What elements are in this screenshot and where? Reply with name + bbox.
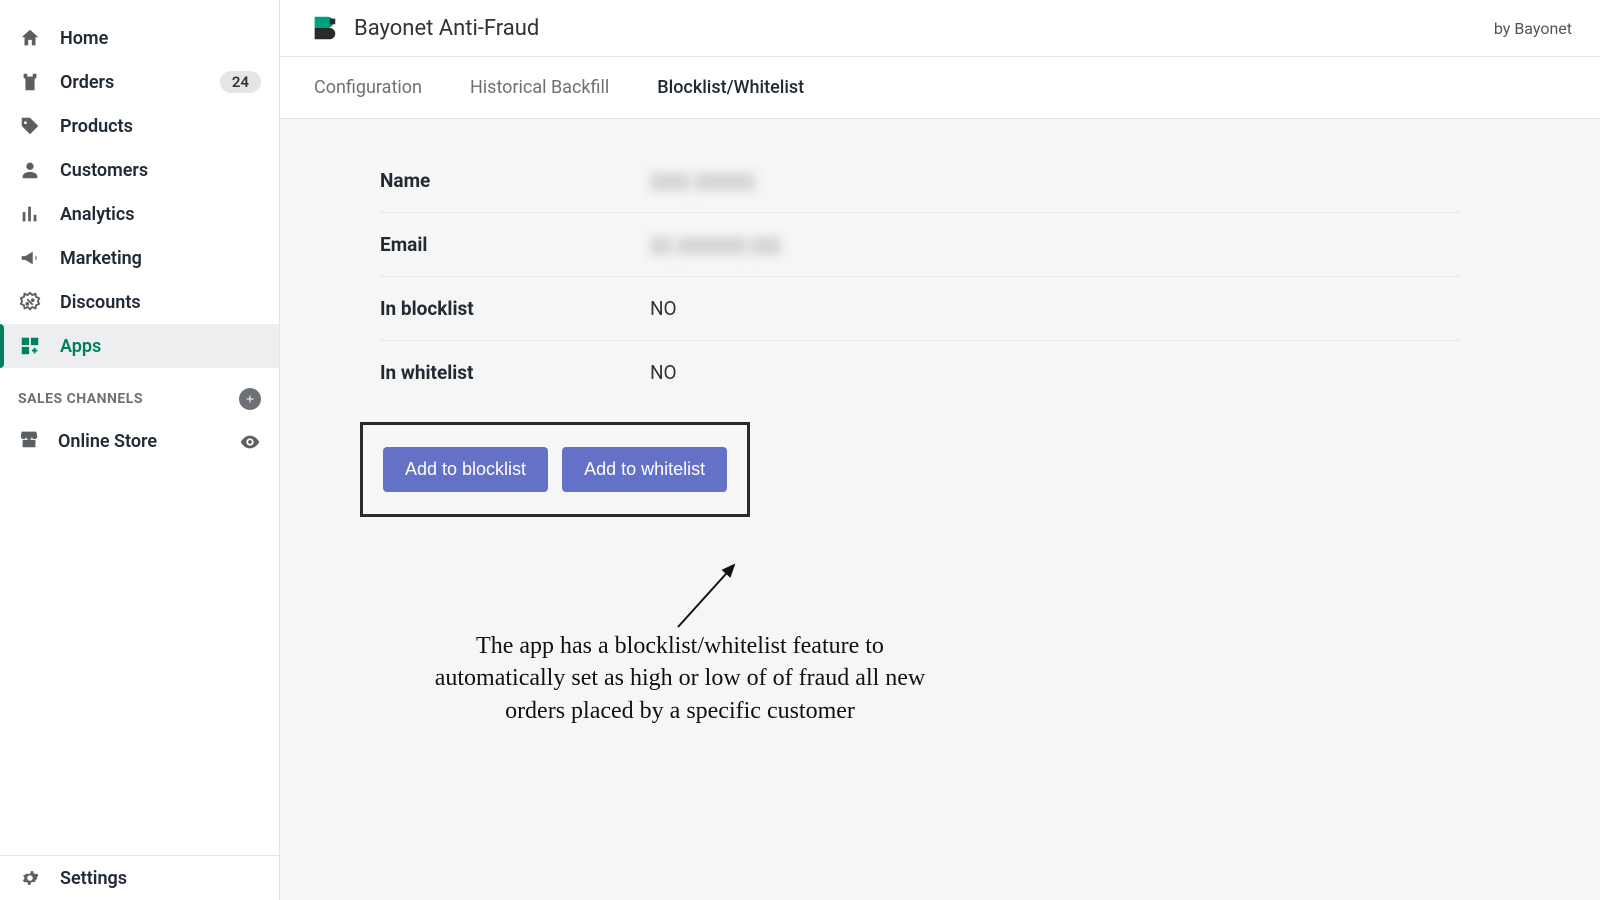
- customer-detail-list: Name Email In blocklist NO In whi: [380, 149, 1460, 404]
- orders-badge: 24: [220, 71, 261, 93]
- discounts-icon: [18, 290, 42, 314]
- plus-icon: [244, 393, 256, 405]
- store-icon: [18, 428, 40, 455]
- gear-icon: [18, 866, 42, 890]
- add-to-whitelist-button[interactable]: Add to whitelist: [562, 447, 727, 492]
- detail-row-blocklist: In blocklist NO: [380, 277, 1460, 341]
- tab-configuration[interactable]: Configuration: [308, 57, 428, 118]
- detail-value: NO: [650, 361, 677, 384]
- detail-label: In blocklist: [380, 297, 650, 320]
- nav-item-discounts[interactable]: Discounts: [0, 280, 279, 324]
- tab-historical-backfill[interactable]: Historical Backfill: [464, 57, 615, 118]
- section-label: SALES CHANNELS: [18, 391, 143, 407]
- nav-label: Products: [60, 116, 133, 137]
- add-channel-button[interactable]: [239, 388, 261, 410]
- tab-blocklist-whitelist[interactable]: Blocklist/Whitelist: [651, 57, 810, 118]
- action-highlight-box: Add to blocklist Add to whitelist: [360, 422, 750, 517]
- products-icon: [18, 114, 42, 138]
- content-area: Name Email In blocklist NO In whi: [280, 119, 1600, 900]
- nav-item-orders[interactable]: Orders 24: [0, 60, 279, 104]
- sidebar: Home Orders 24 Products Customers: [0, 0, 280, 900]
- analytics-icon: [18, 202, 42, 226]
- apps-icon: [18, 334, 42, 358]
- nav-item-home[interactable]: Home: [0, 16, 279, 60]
- home-icon: [18, 26, 42, 50]
- detail-row-name: Name: [380, 149, 1460, 213]
- detail-label: In whitelist: [380, 361, 650, 384]
- view-store-button[interactable]: [239, 431, 261, 453]
- customers-icon: [18, 158, 42, 182]
- nav-item-apps[interactable]: Apps: [0, 324, 279, 368]
- tab-bar: Configuration Historical Backfill Blockl…: [280, 57, 1600, 119]
- marketing-icon: [18, 246, 42, 270]
- eye-icon: [239, 431, 261, 453]
- detail-label: Name: [380, 169, 650, 192]
- nav-label: Orders: [60, 72, 114, 93]
- nav-label: Marketing: [60, 248, 142, 269]
- detail-value: NO: [650, 297, 677, 320]
- channel-item-online-store[interactable]: Online Store: [0, 418, 279, 465]
- nav-item-products[interactable]: Products: [0, 104, 279, 148]
- nav-label: Discounts: [60, 292, 141, 313]
- bayonet-logo-icon: [308, 12, 340, 44]
- primary-nav: Home Orders 24 Products Customers: [0, 16, 279, 900]
- redacted-name-value: [650, 169, 755, 192]
- orders-icon: [18, 70, 42, 94]
- detail-label: Email: [380, 233, 650, 256]
- nav-label: Settings: [60, 868, 127, 889]
- main-content: Bayonet Anti-Fraud by Bayonet Configurat…: [280, 0, 1600, 900]
- channel-label: Online Store: [58, 431, 157, 452]
- by-line: by Bayonet: [1494, 19, 1572, 38]
- detail-row-email: Email: [380, 213, 1460, 277]
- nav-label: Analytics: [60, 204, 135, 225]
- sales-channels-header: SALES CHANNELS: [0, 368, 279, 418]
- app-title: Bayonet Anti-Fraud: [354, 16, 539, 41]
- annotation-text: The app has a blocklist/whitelist featur…: [430, 630, 930, 727]
- add-to-blocklist-button[interactable]: Add to blocklist: [383, 447, 548, 492]
- nav-item-marketing[interactable]: Marketing: [0, 236, 279, 280]
- redacted-email-value: [650, 233, 781, 256]
- nav-item-settings[interactable]: Settings: [0, 856, 279, 900]
- nav-item-analytics[interactable]: Analytics: [0, 192, 279, 236]
- nav-label: Customers: [60, 160, 148, 181]
- app-header: Bayonet Anti-Fraud by Bayonet: [280, 0, 1600, 57]
- nav-label: Home: [60, 28, 108, 49]
- detail-row-whitelist: In whitelist NO: [380, 341, 1460, 404]
- nav-label: Apps: [60, 336, 101, 357]
- nav-item-customers[interactable]: Customers: [0, 148, 279, 192]
